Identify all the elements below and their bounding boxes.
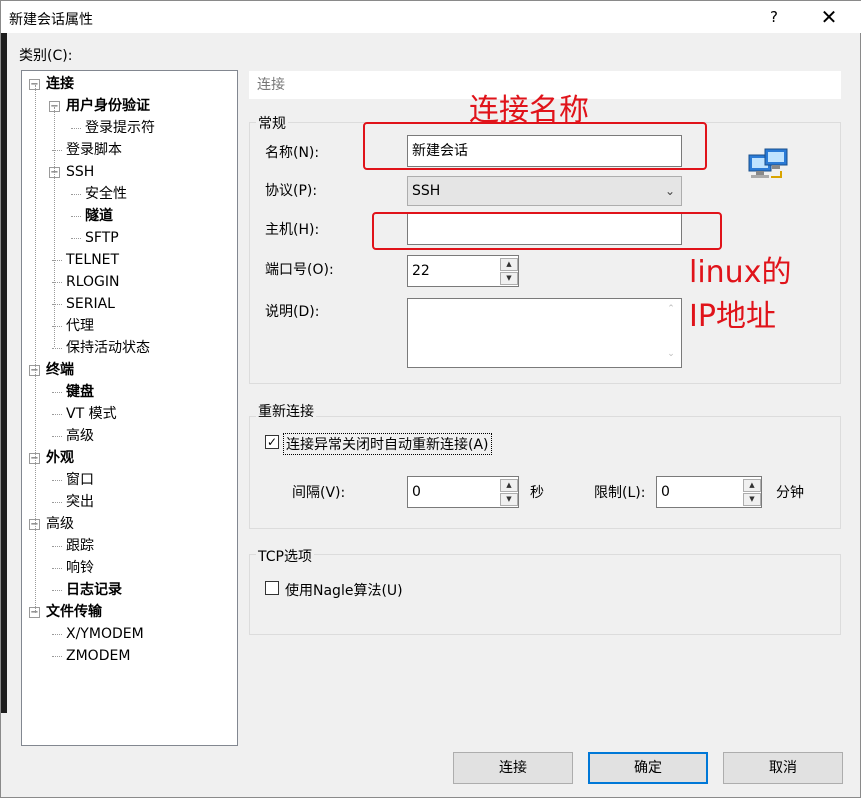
tree-item[interactable]: 隧道 [85, 206, 113, 226]
description-textarea[interactable] [407, 298, 682, 368]
tree-item[interactable]: 代理 [66, 316, 94, 336]
name-highlight-box [363, 122, 707, 170]
background-window-edge [1, 33, 7, 713]
tree-item[interactable]: SFTP [85, 228, 119, 248]
network-computers-icon [748, 148, 788, 178]
tree-item[interactable]: 用户身份验证 [66, 96, 150, 116]
tree-item[interactable]: 高级 [66, 426, 94, 446]
protocol-label: 协议(P): [265, 183, 318, 199]
host-highlight-box [372, 212, 722, 250]
ip-annotation-line1: linux的 [689, 255, 792, 290]
tree-connector [52, 568, 62, 569]
limit-up-arrow-icon[interactable]: ▲ [743, 479, 761, 492]
tcp-group-label: TCP选项 [256, 546, 314, 566]
tree-item[interactable]: 跟踪 [66, 536, 94, 556]
auto-reconnect-label[interactable]: 连接异常关闭时自动重新连接(A) [283, 433, 492, 455]
title-bar: 新建会话属性 ? ✕ [1, 1, 861, 33]
tree-connector [71, 128, 81, 129]
protocol-select[interactable]: SSH ⌄ [407, 176, 682, 206]
limit-unit: 分钟 [776, 485, 804, 501]
tree-item[interactable]: 安全性 [85, 184, 127, 204]
auto-reconnect-checkbox[interactable]: ✓ [265, 435, 279, 449]
check-icon: ✓ [266, 435, 278, 449]
tree-connector [52, 480, 62, 481]
port-up-arrow-icon[interactable]: ▲ [500, 258, 518, 271]
tree-item[interactable]: 终端 [46, 360, 74, 380]
tree-item[interactable]: 窗口 [66, 470, 94, 490]
tree-connector [52, 546, 62, 547]
tree-connector [52, 348, 62, 349]
scroll-down-icon[interactable]: ⌄ [663, 349, 679, 359]
protocol-value: SSH [412, 183, 441, 199]
interval-down-arrow-icon[interactable]: ▼ [500, 493, 518, 506]
host-label: 主机(H): [265, 222, 320, 238]
reconnect-group-label: 重新连接 [256, 401, 316, 421]
chevron-down-icon: ⌄ [664, 184, 675, 198]
interval-stepper[interactable]: 0 ▲ ▼ [407, 476, 519, 508]
tree-connector [52, 392, 62, 393]
help-button[interactable]: ? [761, 3, 787, 31]
interval-label: 间隔(V): [292, 485, 346, 501]
tree-item[interactable]: 连接 [46, 74, 74, 94]
tree-item[interactable]: 响铃 [66, 558, 94, 578]
port-stepper[interactable]: 22 ▲ ▼ [407, 255, 519, 287]
tree-item[interactable]: 高级 [46, 514, 74, 534]
limit-down-arrow-icon[interactable]: ▼ [743, 493, 761, 506]
tree-item[interactable]: SSH [66, 162, 94, 182]
ok-button[interactable]: 确定 [588, 752, 708, 784]
category-tree[interactable]: − 连接 − 用户身份验证 登录提示符 登录脚本 − SSH 安全性 隧道 SFTP TELNET RL… [21, 70, 238, 746]
tree-connector [52, 590, 62, 591]
tree-item[interactable]: SERIAL [66, 294, 115, 314]
tree-connector [52, 414, 62, 415]
tree-item[interactable]: 外观 [46, 448, 74, 468]
tree-connector [52, 502, 62, 503]
limit-stepper[interactable]: 0 ▲ ▼ [656, 476, 762, 508]
port-down-arrow-icon[interactable]: ▼ [500, 272, 518, 285]
cancel-button[interactable]: 取消 [723, 752, 843, 784]
tree-item[interactable]: VT 模式 [66, 404, 117, 424]
tree-item[interactable]: 保持活动状态 [66, 338, 150, 358]
tree-item[interactable]: ZMODEM [66, 646, 130, 666]
tree-connector [54, 107, 55, 347]
name-label: 名称(N): [265, 145, 320, 161]
tree-connector [52, 656, 62, 657]
tree-item[interactable]: 突出 [66, 492, 94, 512]
tree-item[interactable]: X/YMODEM [66, 624, 144, 644]
tree-item[interactable]: 文件传输 [46, 602, 102, 622]
tree-item[interactable]: 键盘 [66, 382, 94, 402]
window-title: 新建会话属性 [9, 12, 93, 28]
tree-connector [71, 216, 81, 217]
interval-value: 0 [412, 484, 421, 500]
category-label: 类别(C): [19, 48, 73, 64]
interval-unit: 秒 [530, 485, 544, 501]
connect-button[interactable]: 连接 [453, 752, 573, 784]
nagle-checkbox[interactable] [265, 581, 279, 595]
close-button[interactable]: ✕ [811, 3, 847, 31]
nagle-label[interactable]: 使用Nagle算法(U) [285, 580, 403, 600]
session-properties-dialog: 新建会话属性 ? ✕ 类别(C): − 连接 − 用户身份验证 登录提示符 登录脚本 − SS… [0, 0, 861, 798]
tree-item[interactable]: 日志记录 [66, 580, 122, 600]
tree-item[interactable]: TELNET [66, 250, 119, 270]
scroll-up-icon[interactable]: ⌃ [663, 304, 679, 314]
port-value: 22 [412, 263, 430, 279]
tree-connector [71, 194, 81, 195]
limit-label: 限制(L): [594, 485, 646, 501]
port-label: 端口号(O): [265, 262, 334, 278]
description-label: 说明(D): [265, 304, 320, 320]
tree-connector [52, 634, 62, 635]
tree-connector [71, 238, 81, 239]
tree-item[interactable]: 登录脚本 [66, 140, 122, 160]
interval-up-arrow-icon[interactable]: ▲ [500, 479, 518, 492]
tree-connector [52, 436, 62, 437]
tree-item[interactable]: 登录提示符 [85, 118, 155, 138]
tree-item[interactable]: RLOGIN [66, 272, 120, 292]
limit-value: 0 [661, 484, 670, 500]
ip-annotation-line2: IP地址 [689, 299, 776, 334]
general-group-label: 常规 [256, 113, 288, 133]
tree-connector [35, 85, 36, 613]
name-annotation: 连接名称 [469, 93, 589, 128]
